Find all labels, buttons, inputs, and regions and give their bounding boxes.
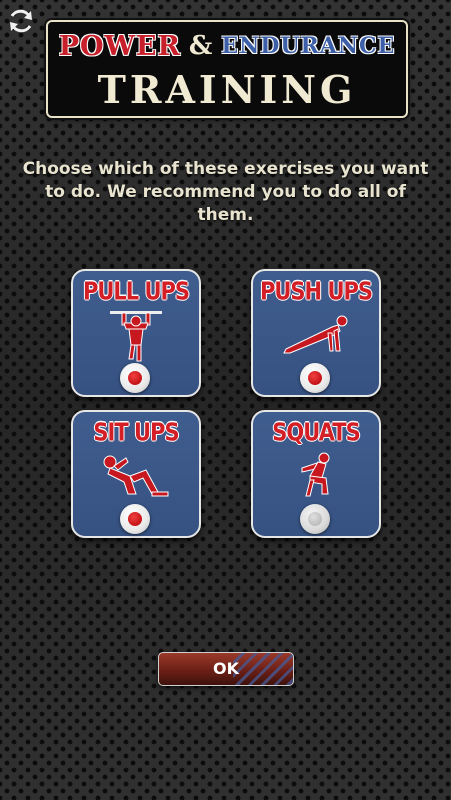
refresh-button[interactable] bbox=[4, 4, 38, 38]
exercise-tile-squats[interactable]: SQUATS bbox=[251, 410, 381, 538]
exercise-label: PUSH UPS bbox=[259, 276, 373, 306]
pull-up-figure-icon bbox=[110, 311, 162, 362]
title-banner: POWER & ENDURANCE TRAINING bbox=[46, 20, 408, 118]
title-line-2: TRAINING bbox=[97, 67, 357, 112]
title-word-endurance: ENDURANCE bbox=[221, 33, 396, 59]
title-ampersand: & bbox=[188, 31, 214, 61]
exercise-label: SIT UPS bbox=[93, 417, 179, 447]
refresh-icon bbox=[10, 9, 32, 33]
exercise-toggle-checkbox[interactable] bbox=[300, 363, 330, 393]
sit-up-figure-icon bbox=[103, 455, 169, 497]
selected-dot bbox=[308, 371, 322, 385]
ok-button[interactable]: OK bbox=[158, 652, 294, 686]
exercise-toggle-checkbox[interactable] bbox=[120, 363, 150, 393]
exercise-label: SQUATS bbox=[272, 417, 360, 447]
exercise-toggle-checkbox[interactable] bbox=[300, 504, 330, 534]
squat-figure-icon bbox=[301, 452, 330, 497]
instructions-text: Choose which of these exercises you want… bbox=[22, 159, 429, 225]
selected-dot bbox=[128, 512, 142, 526]
exercise-label: PULL UPS bbox=[82, 276, 190, 306]
title-word-power: POWER bbox=[58, 30, 181, 62]
exercise-tile-push-ups[interactable]: PUSH UPS bbox=[251, 269, 381, 397]
push-up-figure-icon bbox=[283, 315, 348, 354]
exercise-tile-sit-ups[interactable]: SIT UPS bbox=[71, 410, 201, 538]
exercise-toggle-checkbox[interactable] bbox=[120, 504, 150, 534]
title-line-1: POWER & ENDURANCE bbox=[48, 26, 406, 66]
exercise-tile-pull-ups[interactable]: PULL UPS bbox=[71, 269, 201, 397]
unselected-dot bbox=[308, 512, 322, 526]
selected-dot bbox=[128, 371, 142, 385]
